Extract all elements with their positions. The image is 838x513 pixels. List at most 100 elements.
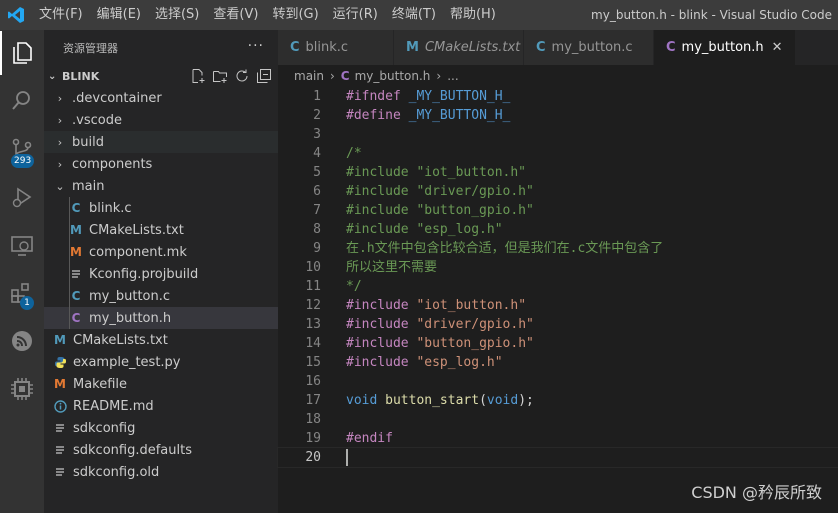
activity-run-debug[interactable] [0, 175, 44, 219]
files-icon [13, 42, 32, 64]
code-line[interactable]: 10 所以这里不需要 [278, 258, 838, 277]
menu-item[interactable]: 运行(R) [326, 0, 385, 30]
activity-explorer[interactable] [0, 31, 44, 75]
tree-file[interactable]: Cblink.c [44, 197, 278, 219]
code-line[interactable]: 18 [278, 410, 838, 429]
code-line[interactable]: 7 #include "button_gpio.h" [278, 201, 838, 220]
tree-folder[interactable]: › .vscode [44, 109, 278, 131]
tree-file[interactable]: M CMakeLists.txt [44, 329, 278, 351]
search-icon [12, 91, 30, 110]
indent-guide [69, 307, 70, 329]
menu-item[interactable]: 文件(F) [32, 0, 90, 30]
refresh-icon[interactable] [234, 68, 250, 84]
tree-item-label: main [72, 178, 105, 194]
tab-blink-c[interactable]: Cblink.c [278, 30, 394, 65]
activity-search[interactable] [0, 79, 44, 123]
breadcrumb-symbol[interactable]: ... [447, 69, 458, 83]
code-line[interactable]: 2 #define _MY_BUTTON_H_ [278, 106, 838, 125]
tree-file[interactable]: Cmy_button.c [44, 285, 278, 307]
menu-item[interactable]: 选择(S) [148, 0, 206, 30]
code-line[interactable]: 13 #include "driver/gpio.h" [278, 315, 838, 334]
vscode-logo-icon[interactable] [7, 6, 25, 24]
code-line[interactable]: 4 /* [278, 144, 838, 163]
code-token: 所以这里不需要 [346, 260, 438, 275]
indent-guide [69, 197, 70, 219]
menu-item[interactable]: 帮助(H) [443, 0, 503, 30]
tree-file[interactable]: Kconfig.projbuild [44, 263, 278, 285]
workspace-section-header[interactable]: ⌄ BLINK [44, 65, 278, 87]
breadcrumb-file[interactable]: my_button.h [355, 69, 431, 83]
tree-file[interactable]: sdkconfig.defaults [44, 439, 278, 461]
activity-extensions[interactable]: 1 [0, 271, 44, 315]
code-line[interactable]: 17 void button_start(void); [278, 391, 838, 410]
code-line[interactable]: 6 #include "driver/gpio.h" [278, 182, 838, 201]
code-line[interactable]: 3 [278, 125, 838, 144]
code-line[interactable]: 9 在.h文件中包含比较合适，但是我们在.c文件中包含了 [278, 239, 838, 258]
menu-item[interactable]: 编辑(E) [90, 0, 148, 30]
c-file-icon: C [536, 40, 546, 55]
menu-item[interactable]: 转到(G) [265, 0, 325, 30]
new-file-icon[interactable] [190, 68, 206, 84]
code-line[interactable]: 11 */ [278, 277, 838, 296]
tree-file[interactable]: Mcomponent.mk [44, 241, 278, 263]
tree-file[interactable]: example_test.py [44, 351, 278, 373]
code-text: #include "button_gpio.h" [346, 334, 534, 353]
code-line[interactable]: 15 #include "esp_log.h" [278, 353, 838, 372]
indent-guide [69, 219, 70, 241]
collapse-all-icon[interactable] [256, 68, 272, 84]
tree-folder[interactable]: › build [44, 131, 278, 153]
tree-item-label: sdkconfig [73, 420, 136, 436]
code-token: #endif [346, 431, 393, 446]
tab-my-button-h[interactable]: Cmy_button.h ✕ [654, 30, 796, 65]
code-line[interactable]: 19 #endif [278, 429, 838, 448]
more-actions-icon[interactable]: ··· [248, 38, 264, 54]
activity-bar: 293 1 [0, 30, 44, 513]
code-text: /* [346, 144, 362, 163]
editor-area: Cblink.c M CMakeLists.txt Cmy_button.c Cmy_b… [277, 30, 838, 513]
code-text: #define _MY_BUTTON_H_ [346, 106, 510, 125]
activity-platform[interactable] [0, 367, 44, 411]
menu-item[interactable]: 终端(T) [385, 0, 443, 30]
code-line[interactable]: 16 [278, 372, 838, 391]
tree-file[interactable]: M Makefile [44, 373, 278, 395]
tree-file[interactable]: README.md [44, 395, 278, 417]
code-line[interactable]: 12 #include "iot_button.h" [278, 296, 838, 315]
breadcrumb-folder[interactable]: main [294, 69, 324, 83]
code-line[interactable]: 20 [277, 447, 838, 468]
activity-source-control[interactable]: 293 [0, 127, 44, 171]
code-editor[interactable]: 1 #ifndef _MY_BUTTON_H_ 2 #define _MY_BUTTO… [277, 87, 838, 468]
code-line[interactable]: 1 #ifndef _MY_BUTTON_H_ [278, 87, 838, 106]
tree-file[interactable]: Cmy_button.h [44, 307, 278, 329]
tree-folder[interactable]: › .devcontainer [44, 87, 278, 109]
line-number: 7 [313, 203, 321, 218]
code-token: #include "button_gpio.h" [346, 203, 534, 218]
close-icon[interactable]: ✕ [772, 40, 783, 55]
tab-label: CMakeLists.txt [424, 40, 521, 55]
tab-cmakelists-txt[interactable]: M CMakeLists.txt [394, 30, 524, 65]
menu-item[interactable]: 查看(V) [206, 0, 265, 30]
new-folder-icon[interactable] [212, 68, 228, 84]
tree-item-label: example_test.py [73, 354, 181, 370]
activity-remote-explorer[interactable] [0, 223, 44, 267]
indent-guide [69, 285, 70, 307]
tree-folder[interactable]: ⌄ main [44, 175, 278, 197]
tree-file[interactable]: sdkconfig.old [44, 461, 278, 483]
cmake-file-icon: M [70, 223, 82, 237]
c-file-icon: C [71, 289, 81, 303]
tree-folder[interactable]: › components [44, 153, 278, 175]
code-line[interactable]: 8 #include "esp_log.h" [278, 220, 838, 239]
tab-my-button-c[interactable]: Cmy_button.c [524, 30, 654, 65]
tab-label: my_button.c [551, 40, 633, 55]
code-token: 在.h文件中包含比较合适，但是我们在.c文件中包含了 [346, 241, 664, 256]
indent-guide [69, 241, 70, 263]
tree-item-label: Kconfig.projbuild [89, 266, 199, 282]
tree-file[interactable]: M CMakeLists.txt [44, 219, 278, 241]
tree-item-label: sdkconfig.defaults [73, 442, 192, 458]
code-line[interactable]: 14 #include "button_gpio.h" [278, 334, 838, 353]
code-token: "driver/gpio.h" [416, 317, 534, 332]
tree-item-label: build [72, 134, 104, 150]
activity-esp-idf[interactable] [0, 319, 44, 363]
line-number: 18 [305, 412, 321, 427]
code-line[interactable]: 5 #include "iot_button.h" [278, 163, 838, 182]
tree-file[interactable]: sdkconfig [44, 417, 278, 439]
